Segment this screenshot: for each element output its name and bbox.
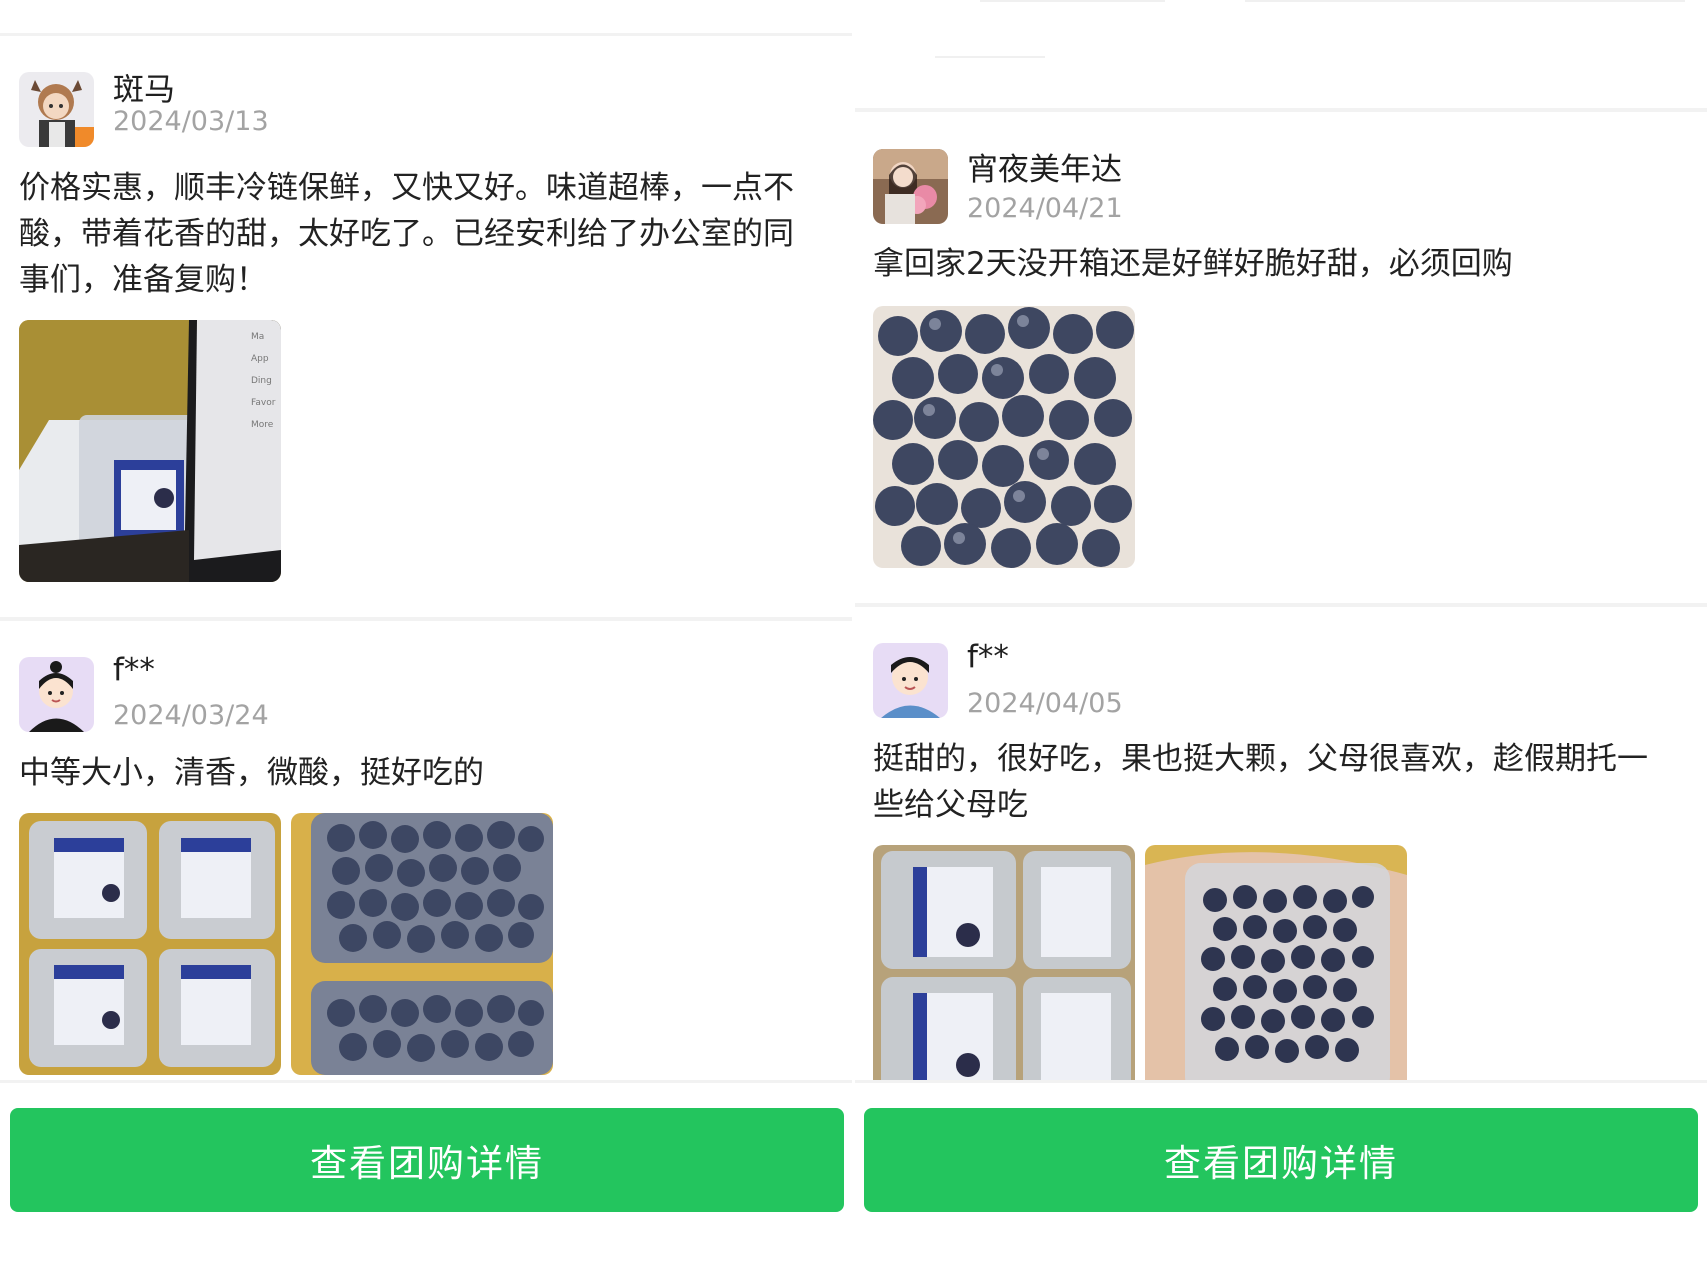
section-divider (0, 33, 852, 36)
review-date: 2024/03/13 (113, 106, 269, 137)
review-text: 中等大小，清香，微酸，挺好吃的 (19, 755, 484, 791)
menu-item-app: App (251, 354, 269, 364)
review-photo[interactable] (1145, 845, 1407, 1107)
blueberry-boxes-photo (873, 845, 1135, 1107)
avatar[interactable] (19, 657, 94, 732)
review-photo[interactable]: Ma App Ding Favor More (19, 320, 281, 582)
avatar[interactable] (873, 149, 948, 224)
menu-item-more: More (251, 420, 274, 430)
menu-item-ding: Ding (251, 376, 272, 386)
menu-item-favor: Favor (251, 398, 276, 408)
blueberries-in-hand-photo (1145, 845, 1407, 1107)
view-group-buy-details-button[interactable]: 查看团购详情 (864, 1108, 1698, 1212)
user-name: 斑马 (113, 72, 175, 108)
view-group-buy-details-button[interactable]: 查看团购详情 (10, 1108, 844, 1212)
review-panel-left: 斑马 2024/03/13 价格实惠，顺丰冷链保鲜，又快又好。味道超棒，一点不酸… (0, 0, 852, 1280)
review-date: 2024/03/24 (113, 700, 269, 731)
section-divider (0, 617, 852, 621)
review-panel-right: 宵夜美年达 2024/04/21 拿回家2天没开箱还是好鲜好脆好甜，必须回购 f… (855, 0, 1707, 1280)
bottom-action-bar: 查看团购详情 (0, 1080, 852, 1280)
bottom-divider (0, 1080, 852, 1083)
review-photo[interactable] (873, 306, 1135, 568)
faint-line (1245, 0, 1685, 2)
avatar[interactable] (19, 72, 94, 147)
review-photo[interactable] (291, 813, 553, 1075)
review-photo[interactable] (19, 813, 281, 1075)
review-text: 价格实惠，顺丰冷链保鲜，又快又好。味道超棒，一点不酸，带着花香的甜，太好吃了。已… (19, 170, 794, 298)
blueberries-in-box-photo (291, 813, 553, 1075)
section-divider (855, 603, 1707, 607)
menu-item-ma: Ma (251, 332, 265, 342)
user-name: 宵夜美年达 (967, 152, 1122, 188)
bottom-action-bar: 查看团购详情 (855, 1080, 1707, 1280)
blueberry-box-desk-photo (19, 320, 281, 582)
avatar[interactable] (873, 643, 948, 718)
cartoon-avatar-icon (873, 643, 948, 718)
bottom-divider (855, 1080, 1707, 1083)
cartoon-avatar-icon (19, 657, 94, 732)
review-photo[interactable] (873, 845, 1135, 1107)
faint-line (980, 0, 1165, 2)
faint-line (935, 56, 1045, 58)
review-text: 拿回家2天没开箱还是好鲜好脆好甜，必须回购 (873, 246, 1513, 282)
blueberry-boxes-photo (19, 813, 281, 1075)
review-text: 挺甜的，很好吃，果也挺大颗，父母很喜欢，趁假期托一些给父母吃 (873, 741, 1648, 823)
blueberries-bowl-photo (873, 306, 1135, 568)
review-date: 2024/04/05 (967, 688, 1123, 719)
user-name: f** (967, 639, 1009, 675)
user-name: f** (113, 652, 155, 688)
section-divider (855, 108, 1707, 112)
photo-avatar-icon (873, 149, 948, 224)
anime-avatar-icon (19, 72, 94, 147)
review-date: 2024/04/21 (967, 193, 1123, 224)
